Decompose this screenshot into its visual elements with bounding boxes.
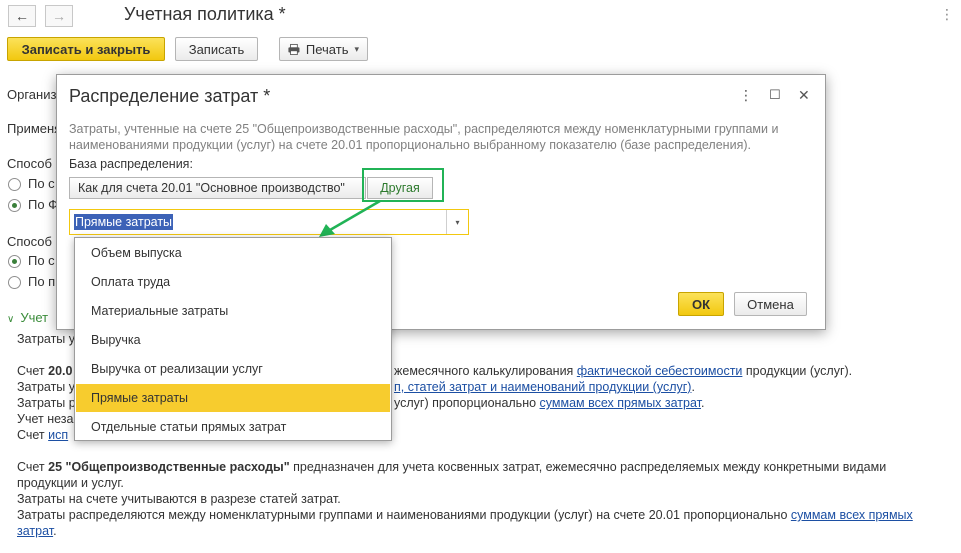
list-item[interactable]: Материальные затраты	[76, 297, 390, 325]
list-item[interactable]: Отдельные статьи прямых затрат	[76, 413, 390, 441]
list-item-selected[interactable]: Прямые затраты	[76, 384, 390, 412]
list-item[interactable]: Оплата труда	[76, 268, 390, 296]
list-item[interactable]: Выручка от реализации услуг	[76, 355, 390, 383]
list-item[interactable]: Выручка	[76, 326, 390, 354]
list-item[interactable]: Объем выпуска	[76, 239, 390, 267]
base-dropdown-list: Объем выпуска Оплата труда Материальные …	[74, 237, 392, 441]
